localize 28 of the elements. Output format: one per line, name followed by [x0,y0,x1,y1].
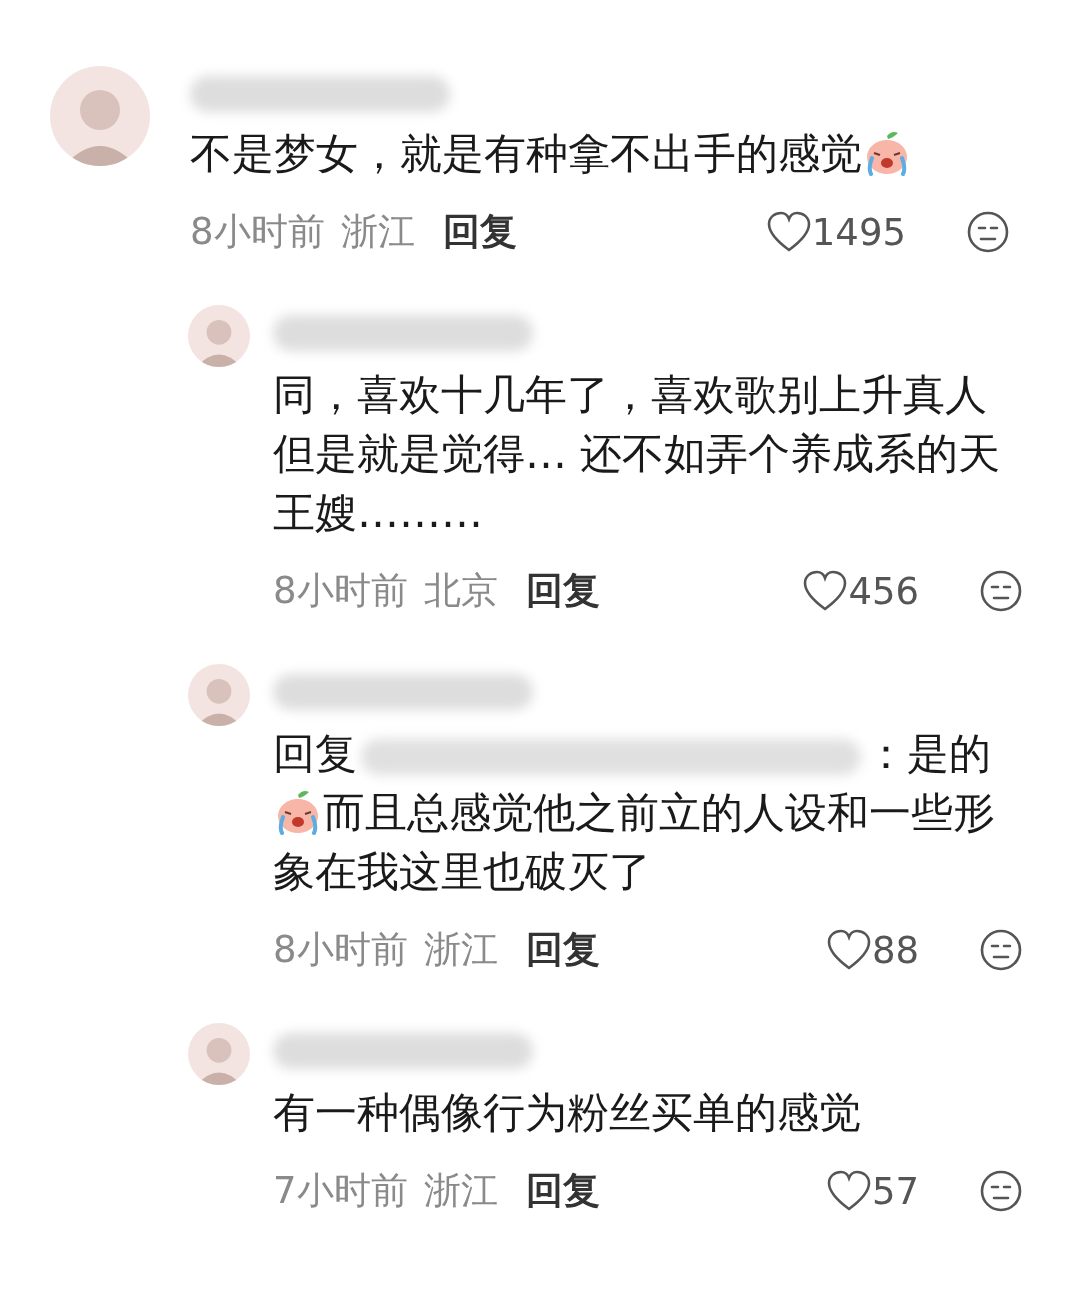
reply-button[interactable]: 回复 [525,566,600,616]
like-count: 57 [871,1169,919,1213]
comment-time: 8小时前 [273,568,408,614]
neutral-face-icon[interactable] [979,1169,1023,1213]
comment-location: 北京 [423,568,498,614]
neutral-face-icon[interactable] [979,928,1023,972]
reply-button[interactable]: 回复 [525,925,600,975]
comment-location: 浙江 [423,927,498,973]
comment-location: 浙江 [423,1168,498,1214]
reply-button[interactable]: 回复 [525,1166,600,1216]
like-count: 456 [848,569,919,613]
comment-text: 不是梦女，就是有种拿不出手的感觉 [190,124,1010,183]
like-count: 1495 [811,210,906,254]
heart-icon[interactable] [765,211,812,253]
comment-location: 浙江 [340,209,415,255]
comment-text: 有一种偶像行为粉丝买单的感觉 [273,1087,862,1139]
comment-time: 8小时前 [273,927,408,973]
neutral-face-icon[interactable] [966,210,1010,254]
comment-text: 回复 ：是的 而且总感觉他之前立的人设和一些形象在我这里也破灭了 [273,728,996,898]
comment-time: 7小时前 [273,1168,408,1214]
comment-time: 8小时前 [190,209,325,255]
comment-text: 同，喜欢十几年了，喜欢歌别上升真人但是就是觉得… 还不如弄个养成系的天王嫂……… [273,369,1002,539]
heart-icon[interactable] [825,1170,872,1212]
heart-icon[interactable] [825,929,872,971]
reply-button[interactable]: 回复 [442,207,517,257]
heart-icon[interactable] [802,570,849,612]
neutral-face-icon[interactable] [979,569,1023,613]
like-count: 88 [871,928,919,972]
